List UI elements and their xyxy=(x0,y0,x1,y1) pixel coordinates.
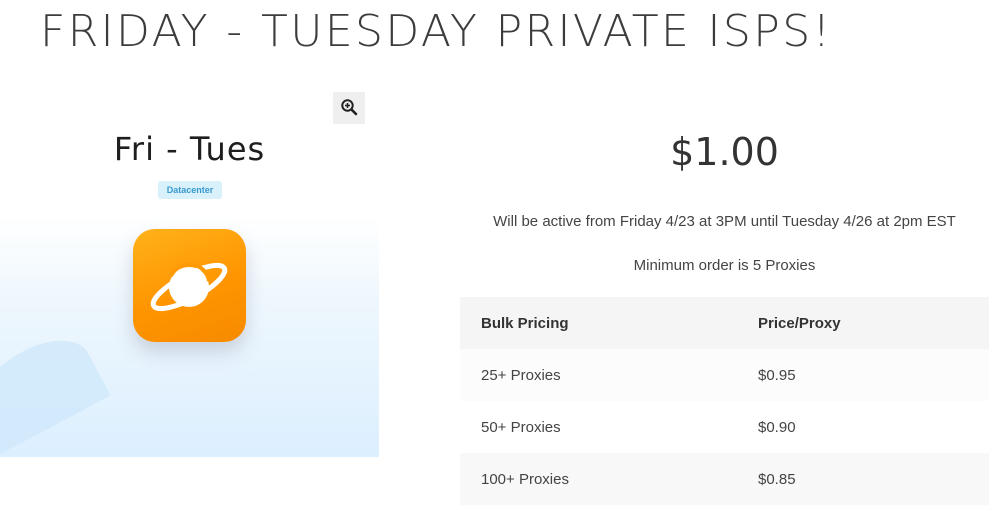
bulk-pricing-table: Bulk Pricing Price/Proxy 25+ Proxies $0.… xyxy=(460,297,989,505)
table-row: 50+ Proxies $0.90 xyxy=(460,401,989,453)
tier-quantity: 100+ Proxies xyxy=(481,470,569,488)
product-price: $1.00 xyxy=(670,130,779,174)
header-price-per-proxy: Price/Proxy xyxy=(758,314,841,332)
planet-icon xyxy=(150,262,228,312)
table-row: 100+ Proxies $0.85 xyxy=(460,453,989,505)
zoom-button[interactable] xyxy=(333,92,365,124)
tier-price: $0.85 xyxy=(758,470,796,488)
minimum-order-note: Minimum order is 5 Proxies xyxy=(633,257,816,274)
tier-quantity: 50+ Proxies xyxy=(481,418,561,436)
table-header-row: Bulk Pricing Price/Proxy xyxy=(460,297,989,349)
page-title: FRIDAY - TUESDAY PRIVATE ISPS! xyxy=(40,6,833,57)
table-row: 25+ Proxies $0.95 xyxy=(460,349,989,401)
product-gallery: Fri - Tues Datacenter xyxy=(0,88,379,457)
product-name: Fri - Tues xyxy=(113,130,266,168)
tier-quantity: 25+ Proxies xyxy=(481,366,561,384)
category-badge: Datacenter xyxy=(158,181,222,199)
tier-price: $0.95 xyxy=(758,366,796,384)
app-icon xyxy=(133,229,246,342)
tier-price: $0.90 xyxy=(758,418,796,436)
header-bulk-pricing: Bulk Pricing xyxy=(481,314,569,332)
active-period-note: Will be active from Friday 4/23 at 3PM u… xyxy=(493,213,956,230)
magnifier-plus-icon xyxy=(340,98,358,119)
